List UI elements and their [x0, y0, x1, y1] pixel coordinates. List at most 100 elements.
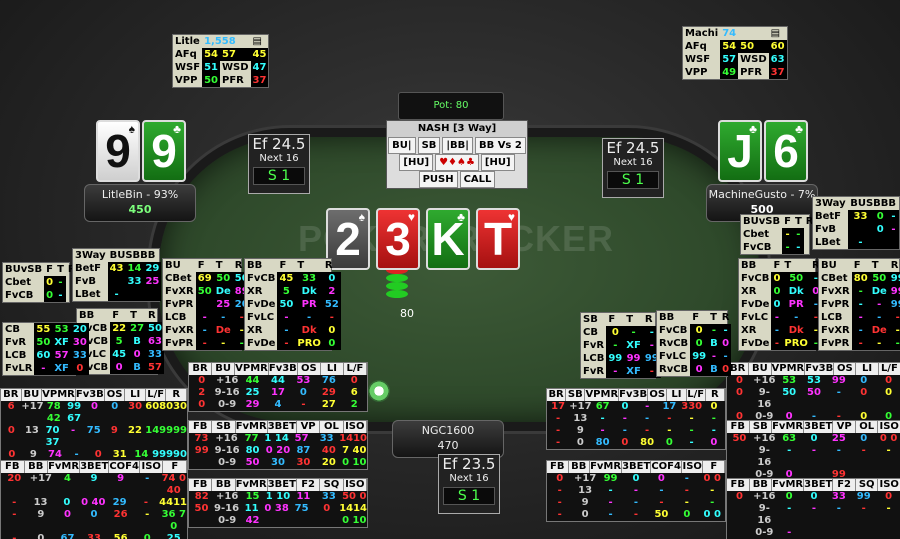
mini-cell: - [782, 241, 793, 254]
mini-row-label: FvPR [821, 338, 850, 349]
mini-cell: 33 [295, 272, 323, 285]
hero-stack: 470 [437, 439, 459, 452]
stat-cell: 0 [735, 491, 743, 502]
right-player-hud[interactable]: Machi 74 ▤ AFq 54 50 60 WSF 57 WSD 63 VP… [682, 26, 788, 80]
stat-cell: +17 [29, 473, 53, 484]
stat-row: -9 0 0 26-36 7 0 [1, 509, 187, 533]
stat-table-bc3[interactable]: FB BB FvMR 3BET F2 SQ ISO 82 +16 15 1 10 11 33 50 0 50… [188, 478, 368, 528]
mini-cell: 14 [125, 262, 144, 275]
stat-table-br1[interactable]: BR SB VPMR Fv3B OS LI L/F R 17 +17 67 0-17 330 0-13- -… [546, 388, 726, 450]
stat-row: 0-9 50 30 30 20 0 10 [189, 457, 367, 469]
stat-cell: 0-9 [218, 515, 237, 526]
hud-left-notes-icon[interactable]: ▤ [251, 35, 269, 48]
hud-label: AFq [175, 49, 197, 60]
mini-col-label: T [710, 312, 717, 323]
stat-table-bc1[interactable]: BR BU VPMR Fv3B OS LI L/F 0 +16 44 44 53 76 0 2 9-16 25 1… [188, 362, 368, 412]
stat-cell: 67 [595, 401, 610, 412]
mini-col-label: T [871, 260, 879, 271]
stat-cell: 42 [245, 515, 260, 526]
nash-call: CALL [459, 171, 496, 188]
mini-row-label: Cbet [5, 277, 32, 288]
mini-cell [848, 223, 873, 236]
mini-col-label: F [197, 260, 205, 271]
stat-row: 17 +17 67 0-17 330 0 [547, 401, 725, 413]
mini-hud-csb[interactable]: SB F T R CB 0- - FvR - XF - LCB 99 99 99 FvR - XF - [580, 312, 661, 379]
stat-cell: 0 [198, 375, 206, 386]
stat-table-rr1[interactable]: BR BU VPMR Fv3B OS LI L/F 0 +16 53 53 99 0 0 0 9-16 50 50… [726, 362, 900, 424]
mini-col-label: F [692, 312, 700, 323]
stat-cell: 0-9 [218, 457, 237, 468]
stat-row: 0-9 - [727, 527, 900, 539]
mini-cell: 99 [606, 352, 625, 365]
mini-hud-lbb2[interactable]: BB F T R FvCB 45 33 0 XR 5 Dk 2 FvDe 50 PR 52 FvLC - - - XR -… [244, 258, 341, 351]
mini-row-label: LBet [815, 237, 841, 248]
stat-table-br2[interactable]: FB BB FvMR 3BET COF4 ISO F 0 +17 99 0 0-0 0-13- - - - -… [546, 460, 726, 522]
stat-cell [826, 527, 851, 539]
stat-table-bl2[interactable]: FB BB FvMR 3BET COF4 ISO F 20 +17 4 9 9-74 0 40-13 0… [0, 460, 188, 539]
stat-table-rr3[interactable]: FB BB FvMR 3BET F2 SQ ISO 0 +16 0 0 33 99 0 9-16- - - - -0… [726, 478, 900, 539]
mini-hud-r3way[interactable]: 3Way BUSBBB BetF 33 0- FvB 0- LBet - [812, 196, 900, 250]
mini-cell: - [606, 365, 625, 378]
hud-right-notes-icon[interactable]: ▤ [769, 27, 787, 40]
mini-hud-rbb[interactable]: BB F T R FvCB 0 50- XR 0 Dk 0 FvDe 0 PR - FvLC - - - XR - Dk -… [738, 258, 822, 351]
mini-hud-lcb[interactable]: CB 55 53 20 FvR 50 XF 30 LCB 60 57 33 FvLR - XF 0 [2, 322, 89, 376]
mini-row-label: FvDe [247, 338, 276, 349]
stat-header-cell: ISO [140, 461, 164, 473]
stat-cell: 53 [782, 375, 797, 386]
mini-hud-cbb[interactable]: BB F T R FvCB 0- - RvCB 0 B 0 FvLC 99- - RvCB 0 B 0 [656, 310, 732, 377]
stat-cell: - [143, 497, 149, 508]
stat-cell: 50 [732, 433, 747, 444]
left-player-hud[interactable]: Litle 1,558 ▤ AFq 54 57 45 WSF 51 WSD 47… [172, 34, 270, 88]
stat-cell: 0 [621, 401, 629, 412]
stat-cell: +17 [21, 401, 44, 412]
stat-cell [727, 503, 752, 527]
mini-hud-l3way[interactable]: 3Way BUSBBB BetF 43 14 29 FvB 33 25 LBet - [72, 248, 162, 302]
mini-hud-lbu[interactable]: BU F T R CBet 69 50 50 FvXR 50 De 89 FvPR 25 20 LCB - - - F… [162, 258, 251, 351]
mini-cell: - [851, 337, 870, 350]
mini-cell: Dk [295, 324, 323, 337]
stat-header-cell: L/F [344, 363, 367, 375]
stat-cell [189, 515, 214, 527]
mini-hud-rbu[interactable]: BUFTRCBet805099FvXR-De99FvPR--99LCB---Fv… [818, 258, 900, 351]
mini-hud-rbuvsb[interactable]: BUvSB F T R Cbet - - FvCB - - [740, 214, 813, 255]
pot-display: Pot: 80 [398, 92, 504, 120]
stat-cell: 2 [198, 387, 206, 398]
mini-cell: - [782, 228, 793, 241]
stat-cell [802, 527, 827, 539]
stat-cell: 29 [245, 399, 260, 410]
mini-row-label: FvB [815, 224, 836, 235]
mini-cell: - [888, 324, 900, 337]
board-card: 3 ♥ [376, 208, 420, 270]
mini-hud-lbuvsb[interactable]: BUvSBFTRCbet0-FvCB0- [2, 262, 76, 303]
stat-cell: 13 [33, 497, 48, 508]
mini-cell: - [771, 337, 783, 350]
stat-cell: 87 [296, 445, 311, 456]
stat-cell [265, 515, 290, 527]
mini-cell: De [869, 285, 889, 298]
stat-cell: 80 [595, 437, 610, 448]
stat-cell: 44 [245, 375, 260, 386]
stat-cell: - [608, 485, 613, 496]
mini-title: 3Way [75, 250, 106, 261]
stat-header-cell: BR [189, 363, 213, 375]
stat-cell: 77 [244, 433, 259, 444]
stat-table-bc2[interactable]: FB SB FvMR 3BET VP OL ISO 73 +16 77 1 14 57 33 1410 99… [188, 420, 368, 470]
stat-cell: - [145, 473, 150, 484]
mini-cell: 50 [869, 272, 889, 285]
stat-cell: 53 [807, 375, 821, 386]
stat-table-rr2[interactable]: FB SB FvMR 3BET VP OL ISO 50 +16 63 0 25 0 0 0 9-16- - -… [726, 420, 900, 482]
stat-cell: - [886, 445, 891, 456]
mini-col-label: T [130, 310, 137, 321]
mini-row-label: XR [247, 286, 263, 297]
stat-cell [316, 515, 341, 527]
mini-cell: - [708, 324, 720, 337]
stat-row: 0 0-9 29 4 - 27 2 [189, 399, 367, 411]
stat-cell: - [600, 413, 605, 424]
stat-header-cell: 3BET [804, 479, 834, 491]
mini-row-label: FvCB [247, 273, 276, 284]
stat-cell: 50 [245, 457, 260, 468]
stat-cell: 0 [657, 473, 665, 484]
mini-cell [195, 298, 214, 311]
mini-cell: 99 [888, 285, 900, 298]
stat-header-cell: ISO [878, 479, 900, 491]
